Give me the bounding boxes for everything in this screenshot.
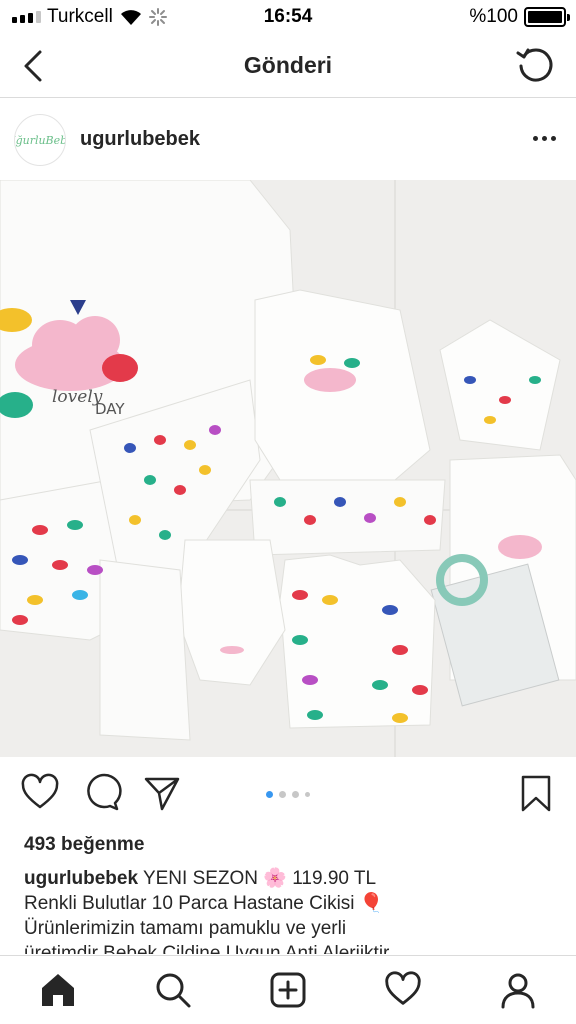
bookmark-icon[interactable] [516,773,556,813]
home-icon [41,974,74,1006]
post-screen: Turkcell 16:54 %100 Gönderi ğurluBe ugur… [0,0,576,1024]
carousel-dot [279,791,286,798]
post-photo[interactable]: lovely DAY [0,180,576,757]
baby-clothes-image: lovely DAY [0,180,576,757]
caption-text: YENI SEZON 🌸 119.90 TL [142,868,377,889]
post-caption: ugurlubebek YENI SEZON 🌸 119.90 TL Renkl… [24,866,564,954]
day-text: DAY [95,400,125,418]
status-right: %100 [469,6,570,28]
profile-icon [501,973,535,1009]
tab-activity[interactable] [381,968,425,1012]
refresh-icon[interactable] [514,44,556,86]
caption-line: Renkli Bulutlar 10 Parca Hastane Cikisi … [24,893,384,914]
avatar[interactable]: UğurluBebe [14,114,66,166]
tab-search[interactable] [151,968,195,1012]
tab-profile[interactable] [496,968,540,1012]
carousel-dot [292,791,299,798]
heart-icon [385,971,421,1005]
tab-bar [0,955,576,1024]
battery-icon [524,7,570,27]
post-actions [0,757,576,829]
tab-new-post[interactable] [266,968,310,1012]
post-header: UğurluBebe ugurlubebek [0,98,576,180]
post-username[interactable]: ugurlubebek [80,128,200,151]
caption-line: Ürünlerimizin tamamı pamuklu ve yerli [24,918,347,939]
nav-bar: Gönderi [0,34,576,98]
status-bar: Turkcell 16:54 %100 [0,0,576,34]
caption-username[interactable]: ugurlubebek [24,868,138,889]
carousel-dots [0,791,576,798]
battery-percent: %100 [469,6,518,27]
page-title: Gönderi [243,52,333,78]
avatar-logo: UğurluBebe [15,133,65,147]
search-icon [156,973,191,1008]
carousel-dot [266,791,273,798]
tab-home[interactable] [36,968,80,1012]
add-post-icon [270,972,306,1008]
caption-line: ugurlubebek YENI SEZON 🌸 119.90 TL [24,866,564,891]
like-count[interactable]: 493 beğenme [24,834,144,856]
more-horizontal-icon[interactable] [533,136,556,141]
caption-line: üretimdir Bebek Cildine Uygun Anti Alerj… [24,943,390,954]
carousel-dot [305,792,310,797]
